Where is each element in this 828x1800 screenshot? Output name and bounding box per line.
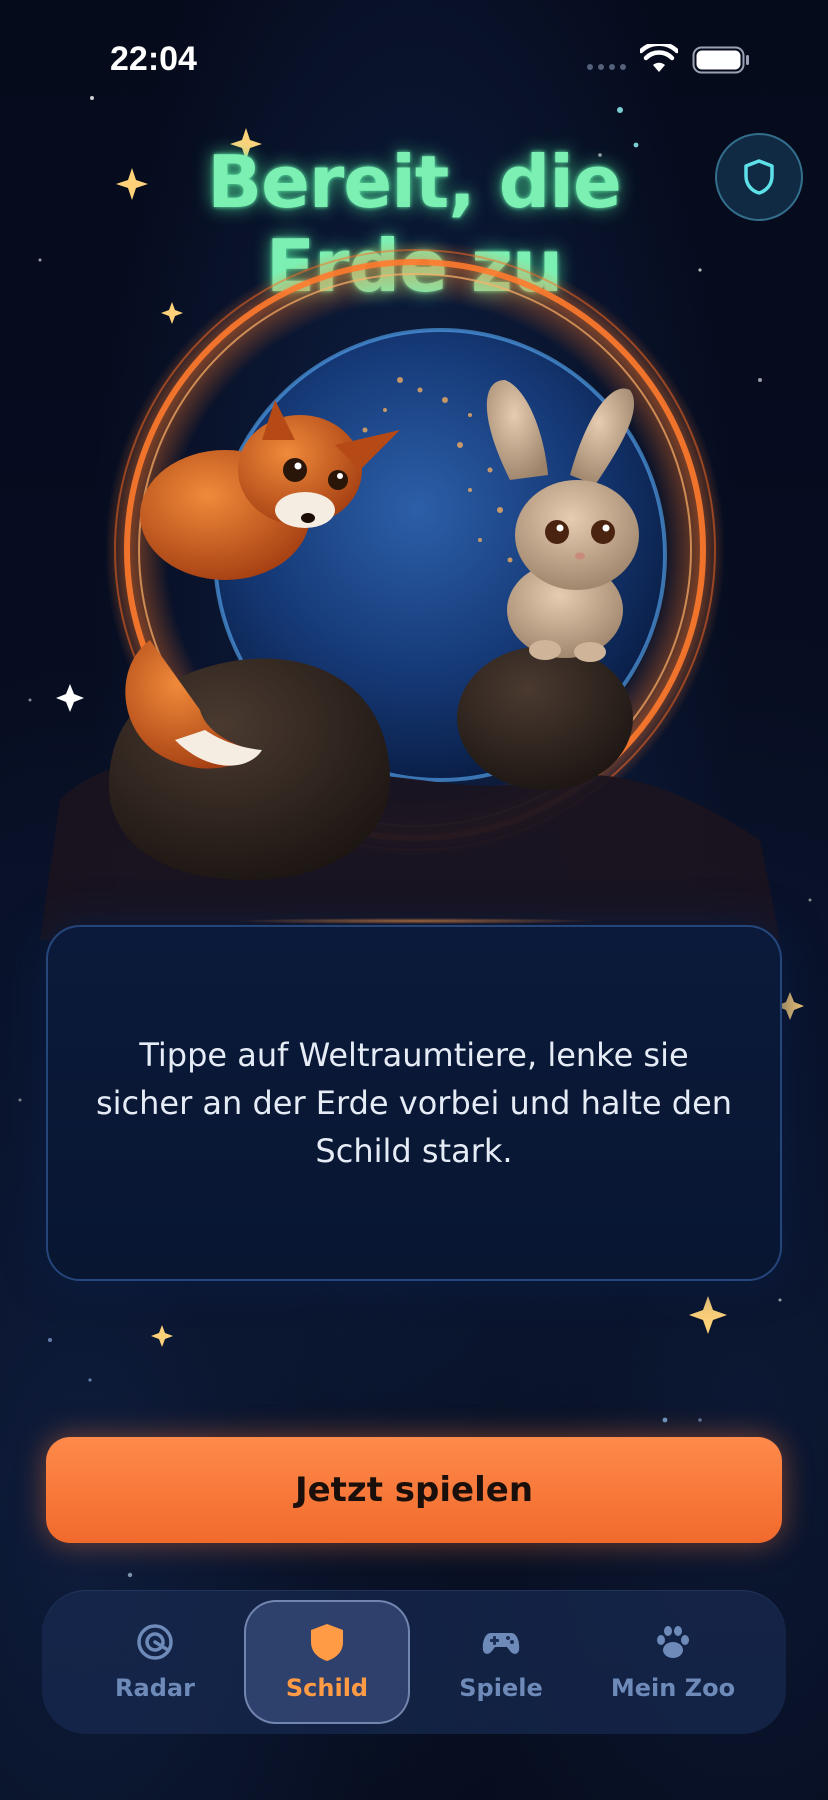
status-time: 22:04	[110, 40, 197, 78]
wifi-icon	[640, 44, 678, 72]
shield-icon	[311, 1624, 343, 1661]
tab-my-zoo[interactable]: Mein Zoo	[590, 1600, 756, 1724]
tab-shield-label: Schild	[285, 1674, 369, 1702]
shield-icon	[744, 159, 774, 195]
card-top-glow	[230, 918, 600, 924]
battery-icon	[692, 46, 749, 74]
tab-games[interactable]: Spiele	[418, 1600, 584, 1724]
hero-illustration	[40, 240, 780, 940]
paw-icon	[657, 1626, 689, 1658]
tab-radar-label: Radar	[115, 1674, 195, 1702]
tab-my-zoo-label: Mein Zoo	[610, 1674, 736, 1702]
radar-icon	[137, 1624, 173, 1660]
gamepad-icon	[482, 1633, 520, 1654]
shield-status-button[interactable]	[715, 133, 803, 221]
status-bar: 22:04	[0, 0, 828, 120]
tab-radar[interactable]: Radar	[72, 1600, 238, 1724]
bottom-nav: Radar Schild Spiele Mein Zoo	[42, 1590, 786, 1734]
instructions-text: Tippe auf Weltraumtiere, lenke sie siche…	[95, 1036, 733, 1170]
tab-games-label: Spiele	[459, 1674, 543, 1702]
signal-dots-icon	[587, 64, 626, 70]
instructions-card: Tippe auf Weltraumtiere, lenke sie siche…	[46, 925, 782, 1281]
play-now-button[interactable]: Jetzt spielen	[46, 1437, 782, 1543]
tab-shield[interactable]: Schild	[244, 1600, 410, 1724]
